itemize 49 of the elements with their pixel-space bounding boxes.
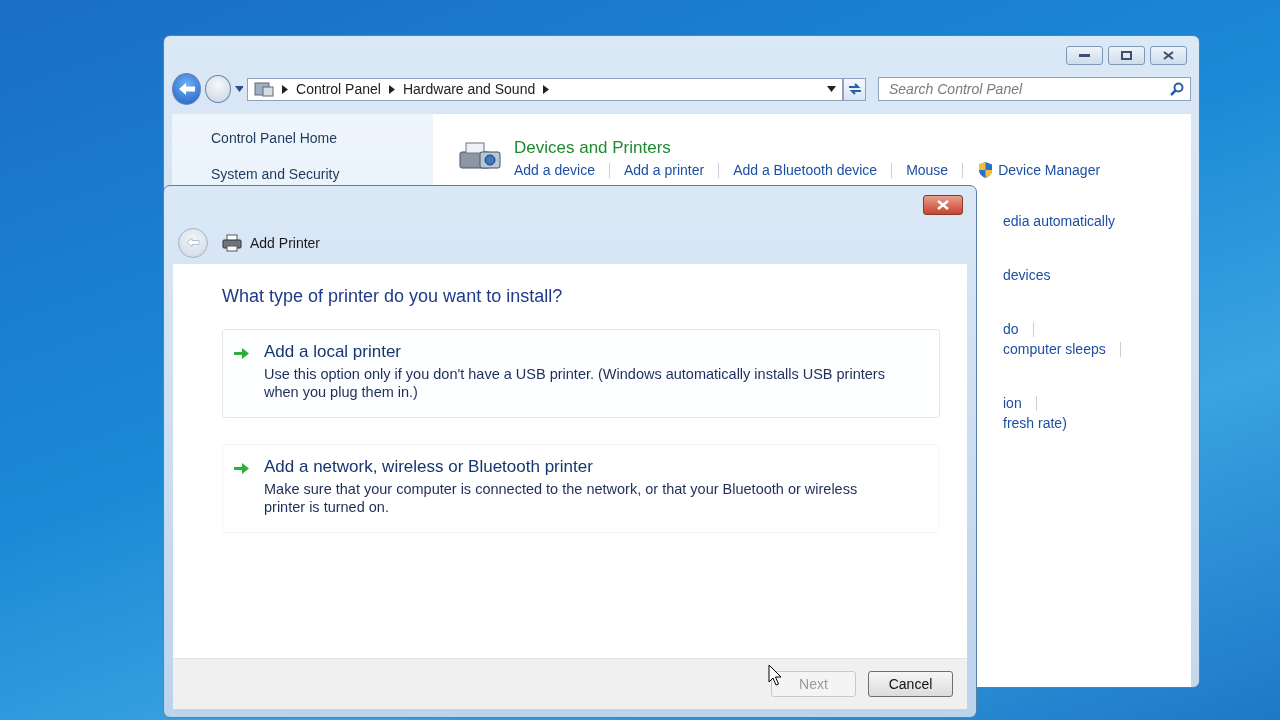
sidebar-link[interactable]: System and Security — [211, 166, 433, 182]
dialog-heading: What type of printer do you want to install? — [222, 286, 564, 307]
task-link[interactable]: edia automatically — [1003, 213, 1116, 229]
shield-icon — [977, 161, 995, 179]
task-link[interactable]: Add a Bluetooth device — [733, 162, 878, 178]
close-button[interactable] — [923, 195, 963, 215]
dropdown-caret-icon[interactable] — [827, 86, 837, 92]
back-arrow-icon — [177, 82, 196, 96]
control-panel-icon — [254, 81, 275, 97]
option-link[interactable]: Add a local printer Use this option only if you don't have a USB printer. (Windows automatically installs USB printers when you plug them in.) — [222, 329, 940, 418]
task-link[interactable]: Device Manager — [977, 161, 1101, 179]
task-link[interactable]: computer sleeps — [1003, 341, 1106, 357]
arrow-icon — [233, 462, 250, 475]
dialog-button[interactable]: Cancel — [868, 671, 953, 697]
task-link[interactable]: Add a device — [514, 162, 595, 178]
task-link[interactable]: Mouse — [906, 162, 949, 178]
address-bar[interactable]: Control Panel Hardware and Sound — [247, 77, 844, 101]
task-link[interactable]: do — [1003, 321, 1019, 337]
breadcrumb-arrow-icon[interactable] — [282, 84, 289, 94]
back-arrow-icon — [186, 237, 200, 248]
section-title-link[interactable]: Devices and Printers — [514, 138, 1101, 158]
dialog-title: Add Printer — [250, 234, 321, 251]
breadcrumb-arrow-icon[interactable] — [388, 84, 395, 94]
maximize-button[interactable] — [1108, 46, 1145, 65]
forward-button[interactable] — [205, 75, 231, 103]
close-button[interactable] — [1150, 46, 1187, 65]
refresh-button[interactable] — [843, 77, 866, 101]
task-link[interactable]: Add a printer — [623, 162, 705, 178]
search-field[interactable]: Search Control Panel — [878, 77, 1191, 101]
dropdown-caret-icon[interactable] — [234, 86, 244, 92]
arrow-icon — [233, 347, 250, 360]
minimize-button[interactable] — [1066, 46, 1103, 65]
task-link[interactable]: ion — [1003, 395, 1022, 411]
breadcrumb-item[interactable]: Control Panel — [296, 81, 381, 97]
sidebar-link[interactable]: Control Panel Home — [211, 130, 433, 146]
task-link[interactable]: fresh rate) — [1003, 415, 1067, 431]
minimize-icon — [1079, 53, 1090, 58]
close-icon — [937, 200, 949, 210]
close-icon — [1163, 51, 1174, 60]
breadcrumb-arrow-icon[interactable] — [543, 84, 550, 94]
task-link[interactable]: devices — [1003, 267, 1051, 283]
mouse-cursor-icon — [768, 664, 782, 686]
back-button[interactable] — [172, 73, 202, 105]
search-icon — [1170, 82, 1184, 96]
breadcrumb-item[interactable]: Hardware and Sound — [402, 81, 536, 97]
refresh-icon — [846, 82, 863, 96]
maximize-icon — [1121, 51, 1132, 60]
printer-icon — [222, 233, 242, 252]
option-link[interactable]: Add a network, wireless or Bluetooth printer Make sure that your computer is connected to the network, or that your Bluetooth or wireless printer is turned on. — [222, 444, 940, 533]
